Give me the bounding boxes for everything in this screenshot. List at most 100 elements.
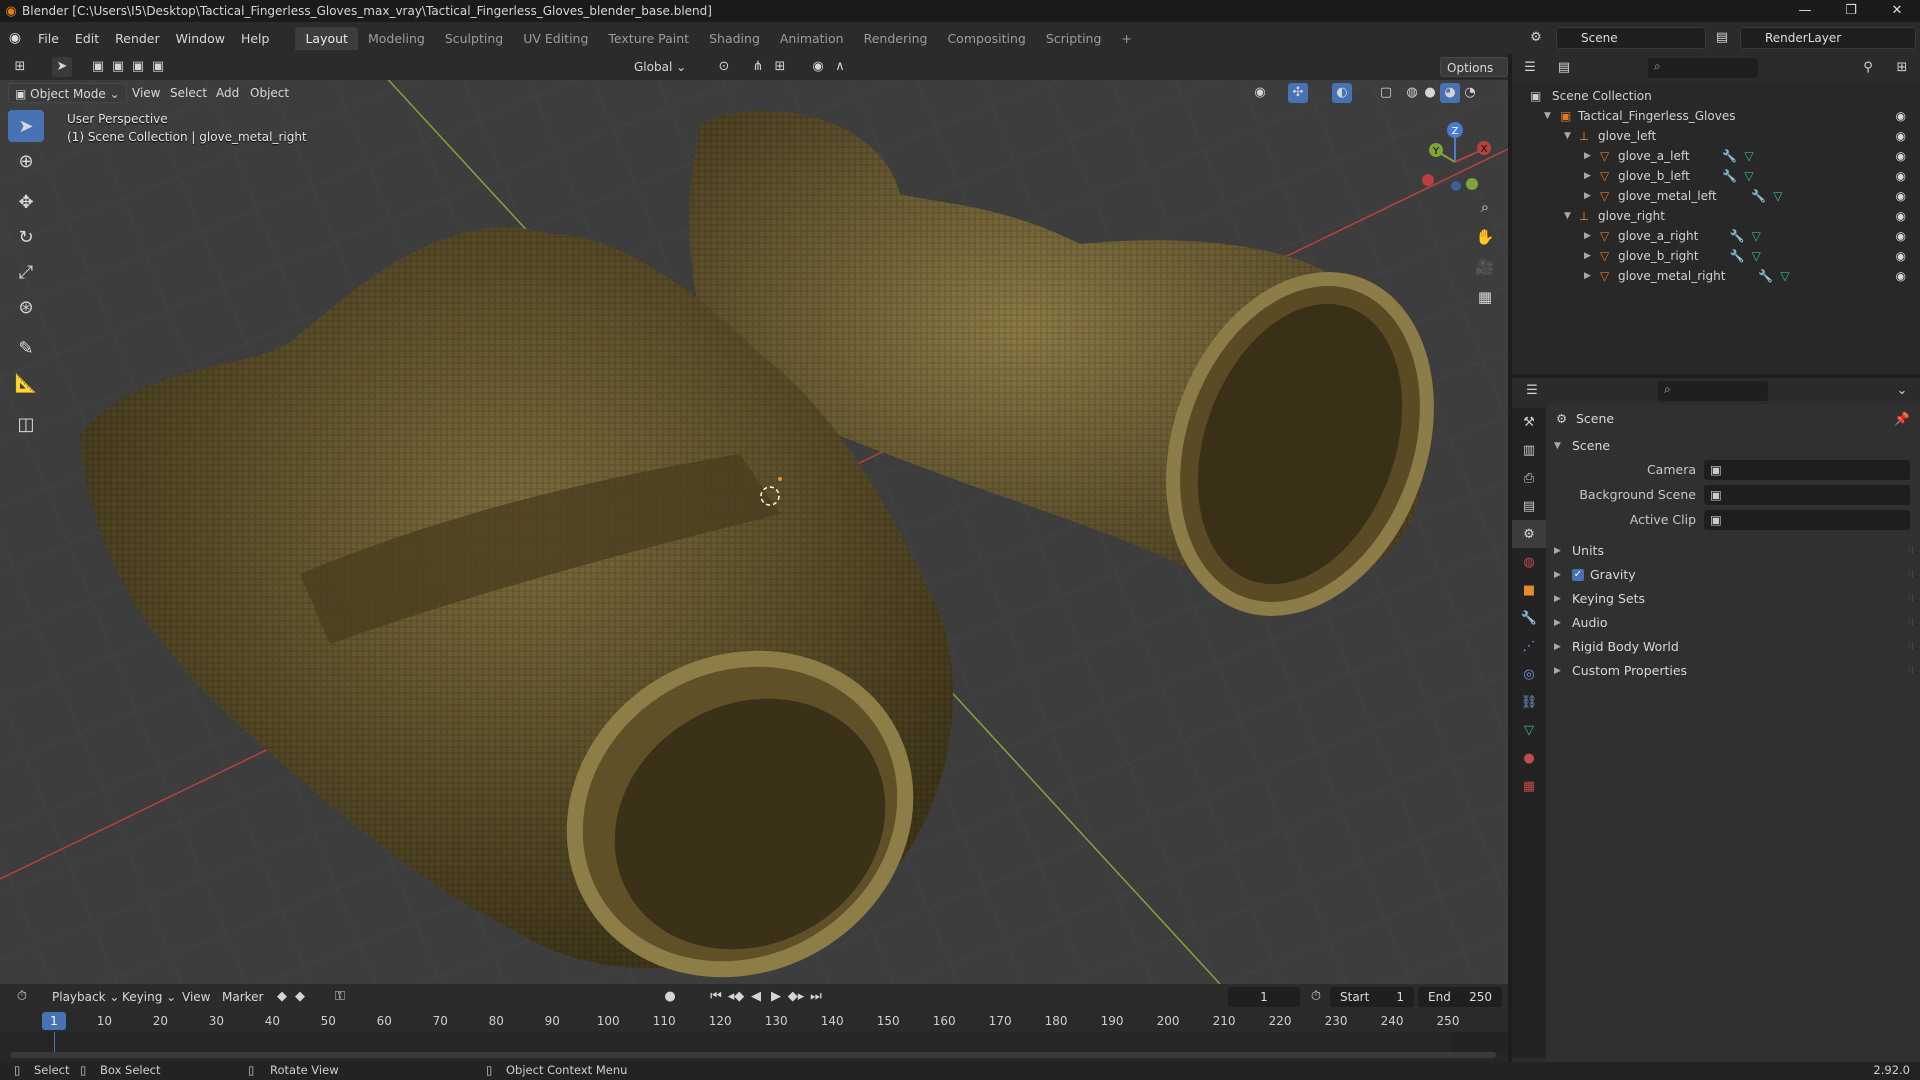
- scene-panel-header[interactable]: ▼ Scene: [1546, 434, 1920, 458]
- select-box-tool-icon[interactable]: ➤: [8, 110, 44, 142]
- camera-view-icon[interactable]: 🎥: [1470, 252, 1500, 282]
- outliner-root-row[interactable]: ▣ Scene Collection: [1512, 86, 1920, 106]
- expand-arrow-icon[interactable]: ▶: [1584, 266, 1591, 286]
- world-properties-tab-icon[interactable]: ◍: [1512, 548, 1546, 576]
- modifier-icon[interactable]: 🔧: [1722, 166, 1737, 186]
- pivot-icon[interactable]: ⊙: [714, 57, 734, 77]
- modifier-icon[interactable]: 🔧: [1722, 146, 1737, 166]
- xray-icon[interactable]: ▢: [1376, 83, 1396, 103]
- tool-properties-tab-icon[interactable]: ⚒: [1512, 408, 1546, 436]
- outliner-editor-type-icon[interactable]: ☰: [1520, 58, 1540, 78]
- snap-target-icon[interactable]: ⊞: [770, 57, 790, 77]
- maximize-button[interactable]: ❐: [1828, 0, 1874, 22]
- annotate-tool-icon[interactable]: ✎: [8, 332, 44, 364]
- solid-shading-icon[interactable]: ●: [1420, 83, 1440, 103]
- expand-arrow-icon[interactable]: ▶: [1584, 166, 1591, 186]
- keyframe-delete-icon[interactable]: ◆: [290, 987, 310, 1007]
- modifier-icon[interactable]: 🔧: [1751, 186, 1766, 206]
- outliner-item[interactable]: ▼ ⟂ glove_left ◉: [1512, 126, 1920, 146]
- tab-compositing[interactable]: Compositing: [937, 27, 1035, 50]
- record-icon[interactable]: ●: [660, 987, 680, 1007]
- subpanel-header[interactable]: ▶ Keying Sets ⁞⁞: [1546, 587, 1920, 611]
- subpanel-header[interactable]: ▶ ✓ Gravity ⁞⁞: [1546, 563, 1920, 587]
- timeline-scrollbar[interactable]: [10, 1052, 1496, 1058]
- particles-properties-tab-icon[interactable]: ⋰: [1512, 632, 1546, 660]
- properties-search-input[interactable]: ⌕: [1658, 381, 1768, 401]
- measure-tool-icon[interactable]: 📐: [8, 367, 44, 399]
- next-keyframe-icon[interactable]: ◆▸: [786, 987, 806, 1007]
- expand-arrow-icon[interactable]: ▶: [1584, 186, 1591, 206]
- menu-add[interactable]: Add: [210, 83, 245, 103]
- play-reverse-icon[interactable]: ◀: [746, 987, 766, 1007]
- visibility-eye-icon[interactable]: ◉: [1896, 226, 1906, 246]
- start-frame-field[interactable]: Start 1: [1330, 987, 1414, 1007]
- outliner-item[interactable]: ▶ ▽ glove_a_left 🔧 ▽ ◉: [1512, 146, 1920, 166]
- visibility-eye-icon[interactable]: ◉: [1896, 266, 1906, 286]
- view-layer-selector[interactable]: RenderLayer: [1740, 27, 1916, 49]
- tab-uv-editing[interactable]: UV Editing: [513, 27, 598, 50]
- end-frame-field[interactable]: End 250: [1418, 987, 1502, 1007]
- pan-hand-icon[interactable]: ✋: [1470, 222, 1500, 252]
- modifier-icon[interactable]: 🔧: [1730, 246, 1745, 266]
- menu-marker[interactable]: Marker: [216, 987, 269, 1007]
- pin-icon[interactable]: 📌: [1894, 404, 1910, 434]
- tab-rendering[interactable]: Rendering: [854, 27, 938, 50]
- timeline-editor-type-icon[interactable]: ⏱: [12, 987, 32, 1007]
- visibility-eye-icon[interactable]: ◉: [1896, 106, 1906, 126]
- falloff-icon[interactable]: ∧: [830, 57, 850, 77]
- subpanel-header[interactable]: ▶ Units ⁞⁞: [1546, 539, 1920, 563]
- visibility-eye-icon[interactable]: ◉: [1896, 186, 1906, 206]
- 3d-viewport[interactable]: ⊞ ➤ ▣ ▣ ▣ ▣ Global ⌄ ⊙ ⋔ ⊞ ◉ ∧ Options ⌄…: [0, 54, 1508, 984]
- outliner-search-input[interactable]: ⌕: [1648, 58, 1758, 78]
- property-field[interactable]: ▣: [1704, 460, 1910, 480]
- select-mode-new-icon[interactable]: ▣: [88, 57, 108, 77]
- rotate-tool-icon[interactable]: ↻: [8, 221, 44, 253]
- orientation-dropdown[interactable]: Global ⌄: [628, 57, 692, 77]
- snap-icon[interactable]: ⋔: [748, 57, 768, 77]
- visibility-eye-icon[interactable]: ◉: [1896, 246, 1906, 266]
- expand-arrow-icon[interactable]: ▶: [1584, 226, 1591, 246]
- collapse-arrow-icon[interactable]: ▼: [1564, 126, 1571, 146]
- properties-editor-type-icon[interactable]: ☰: [1522, 381, 1542, 401]
- options-dropdown[interactable]: Options ⌄: [1440, 57, 1508, 95]
- visibility-eye-icon[interactable]: ◉: [1896, 206, 1906, 226]
- outliner-item[interactable]: ▶ ▽ glove_a_right 🔧 ▽ ◉: [1512, 226, 1920, 246]
- add-cube-tool-icon[interactable]: ◫: [8, 408, 44, 440]
- scale-tool-icon[interactable]: ⤢: [8, 256, 44, 288]
- material-properties-tab-icon[interactable]: ●: [1512, 744, 1546, 772]
- blender-menu-icon[interactable]: ◉: [0, 30, 30, 46]
- menu-select[interactable]: Select: [164, 83, 213, 103]
- outliner-item[interactable]: ▶ ▽ glove_b_left 🔧 ▽ ◉: [1512, 166, 1920, 186]
- cursor-tool-icon[interactable]: ⊕: [8, 145, 44, 177]
- select-mode-subtract-icon[interactable]: ▣: [128, 57, 148, 77]
- play-icon[interactable]: ▶: [766, 987, 786, 1007]
- scene-properties-tab-icon[interactable]: ⚙: [1512, 520, 1546, 548]
- menu-window[interactable]: Window: [168, 31, 233, 46]
- menu-keying[interactable]: Keying ⌄: [116, 987, 182, 1007]
- preview-range-icon[interactable]: ⏱: [1306, 987, 1326, 1007]
- outliner-item[interactable]: ▶ ▽ glove_b_right 🔧 ▽ ◉: [1512, 246, 1920, 266]
- tab-animation[interactable]: Animation: [770, 27, 854, 50]
- display-mode-icon[interactable]: ▤: [1554, 58, 1574, 78]
- mesh-data-icon[interactable]: ▽: [1752, 226, 1761, 246]
- drag-handle-icon[interactable]: ⁞⁞: [1908, 563, 1914, 587]
- render-properties-tab-icon[interactable]: ▥: [1512, 436, 1546, 464]
- scene-selector[interactable]: Scene: [1556, 27, 1706, 49]
- tab-shading[interactable]: Shading: [699, 27, 770, 50]
- view-layer-properties-tab-icon[interactable]: ▤: [1512, 492, 1546, 520]
- mesh-data-icon[interactable]: ▽: [1773, 186, 1782, 206]
- drag-handle-icon[interactable]: ⁞⁞: [1908, 539, 1914, 563]
- proportional-edit-icon[interactable]: ◉: [808, 57, 828, 77]
- modifier-icon[interactable]: 🔧: [1758, 266, 1773, 286]
- close-button[interactable]: ✕: [1874, 0, 1920, 22]
- move-tool-icon[interactable]: ✥: [8, 186, 44, 218]
- object-properties-tab-icon[interactable]: ■: [1512, 576, 1546, 604]
- menu-timeline-view[interactable]: View: [176, 987, 216, 1007]
- visibility-eye-icon[interactable]: ◉: [1896, 126, 1906, 146]
- select-mode-intersect-icon[interactable]: ▣: [148, 57, 168, 77]
- subpanel-header[interactable]: ▶ Audio ⁞⁞: [1546, 611, 1920, 635]
- output-properties-tab-icon[interactable]: ⎙: [1512, 464, 1546, 492]
- properties-options-icon[interactable]: ⌄: [1892, 381, 1912, 401]
- mode-dropdown[interactable]: ▣ Object Mode ⌄: [8, 83, 127, 103]
- tab-scripting[interactable]: Scripting: [1036, 27, 1112, 50]
